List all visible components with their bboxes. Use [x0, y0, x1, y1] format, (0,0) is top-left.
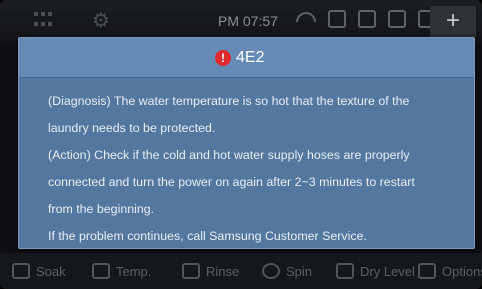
error-code: 4E2	[236, 49, 265, 66]
bag-icon	[388, 10, 406, 28]
dry-level-label: Dry Level	[360, 263, 415, 279]
message-line: laundry needs to be protected.	[48, 121, 216, 135]
soak-button[interactable]: Soak	[12, 253, 66, 289]
thermometer-icon	[92, 263, 110, 279]
spin-button[interactable]: Spin	[262, 253, 312, 289]
rinse-icon	[182, 263, 200, 279]
temp-label: Temp.	[116, 263, 152, 279]
bottom-bar: Soak Temp. Rinse Spin Dry Level Options	[0, 253, 482, 289]
options-label: Options	[442, 263, 482, 279]
temp-button[interactable]: Temp.	[92, 253, 151, 289]
grid-icon[interactable]	[34, 12, 52, 28]
key-icon	[328, 10, 346, 28]
message-line: If the problem continues, call Samsung C…	[48, 229, 367, 243]
spin-icon	[262, 263, 280, 279]
soak-icon	[12, 263, 30, 279]
rinse-button[interactable]: Rinse	[182, 253, 239, 289]
wifi-icon	[296, 10, 316, 28]
warning-icon: !	[215, 50, 231, 66]
status-icons	[296, 10, 436, 28]
spin-label: Spin	[286, 263, 313, 279]
message-line: connected and turn the power on again af…	[48, 175, 415, 189]
message-line: (Diagnosis) The water temperature is so …	[48, 94, 410, 108]
lock-icon	[358, 10, 376, 28]
options-button[interactable]: Options	[418, 253, 482, 289]
rinse-label: Rinse	[206, 263, 240, 279]
dry-level-button[interactable]: Dry Level	[336, 253, 415, 289]
dialog-header: ! 4E2	[19, 38, 474, 78]
soak-label: Soak	[36, 263, 66, 279]
message-line: (Action) Check if the cold and hot water…	[48, 148, 410, 162]
error-dialog[interactable]: ! 4E2 (Diagnosis) The water temperature …	[18, 37, 475, 249]
options-icon	[418, 263, 436, 279]
message-line: from the beginning.	[48, 202, 155, 216]
shirt-icon	[336, 263, 354, 279]
appliance-screen: ⚙ PM 07:57 + Soak Temp. Rinse Spin Dry L…	[0, 0, 482, 289]
gear-icon[interactable]: ⚙	[92, 8, 110, 33]
dialog-message: (Diagnosis) The water temperature is so …	[48, 88, 468, 250]
add-button[interactable]: +	[430, 6, 476, 38]
clock: PM 07:57	[218, 13, 278, 29]
